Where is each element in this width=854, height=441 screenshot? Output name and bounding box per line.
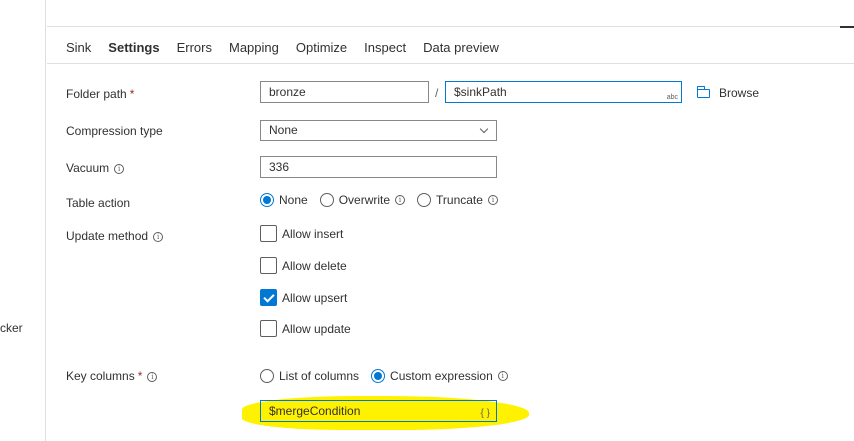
checkbox-allow-insert[interactable]: Allow insert [260,225,343,242]
folder-path-label: Folder path * [66,87,135,101]
checkbox-empty-icon [260,225,277,242]
path-separator: / [435,86,439,100]
tab-data-preview[interactable]: Data preview [423,40,499,58]
folder-path-input[interactable]: $sinkPath abc [445,81,682,103]
tab-inspect[interactable]: Inspect [364,40,406,58]
top-divider [47,26,854,27]
checkbox-empty-icon [260,257,277,274]
vacuum-input[interactable]: 336 [260,156,497,178]
info-icon[interactable]: i [395,195,406,205]
tab-optimize[interactable]: Optimize [296,40,347,58]
checkbox-allow-upsert[interactable]: Allow upsert [260,289,347,306]
checkbox-empty-icon [260,320,277,337]
radio-overwrite[interactable]: Overwrite i [319,193,406,207]
checkbox-allow-delete[interactable]: Allow delete [260,257,347,274]
radio-selected-icon [260,193,274,207]
chevron-down-icon [479,124,489,134]
key-columns-radio-group: List of columns Custom expression i [260,369,520,383]
tab-mapping[interactable]: Mapping [229,40,279,58]
left-panel [0,0,46,441]
table-action-label: Table action [66,196,131,210]
info-icon[interactable]: i [114,164,125,174]
expression-badge: { } [480,408,490,419]
left-panel-truncated-text: cker [0,321,23,335]
tab-settings[interactable]: Settings [108,40,159,58]
tabs-divider [47,63,854,64]
info-icon[interactable]: i [487,195,498,205]
radio-truncate[interactable]: Truncate i [417,193,498,207]
string-type-badge: abc [666,94,678,101]
folder-icon [697,85,710,98]
vacuum-label: Vacuum i [66,161,125,175]
browse-button[interactable]: Browse [697,85,759,100]
compression-type-dropdown[interactable]: None [260,120,497,141]
required-mark: * [137,369,143,383]
info-icon[interactable]: i [153,232,164,242]
radio-unselected-icon [417,193,432,207]
key-columns-label: Key columns * i [66,369,158,383]
tab-bar: Sink Settings Errors Mapping Optimize In… [66,40,516,58]
required-mark: * [129,87,135,101]
checkbox-allow-update[interactable]: Allow update [260,320,351,337]
radio-custom-expression[interactable]: Custom expression i [371,369,508,383]
tab-errors[interactable]: Errors [177,40,212,58]
minimize-icon[interactable] [840,26,854,28]
radio-list-of-columns[interactable]: List of columns [260,369,359,383]
update-method-label: Update method i [66,229,164,243]
info-icon[interactable]: i [497,371,508,381]
tab-sink[interactable]: Sink [66,40,91,58]
radio-unselected-icon [260,369,274,383]
radio-selected-icon [371,369,386,383]
table-action-radio-group: None Overwrite i Truncate i [260,193,510,207]
key-expression-input[interactable]: $mergeCondition { } [260,400,497,422]
checkbox-checked-icon [260,289,277,306]
info-icon[interactable]: i [147,372,158,382]
folder-container-input[interactable]: bronze [260,81,429,103]
radio-unselected-icon [319,193,334,207]
radio-none[interactable]: None [260,193,308,207]
compression-type-label: Compression type [66,124,163,138]
